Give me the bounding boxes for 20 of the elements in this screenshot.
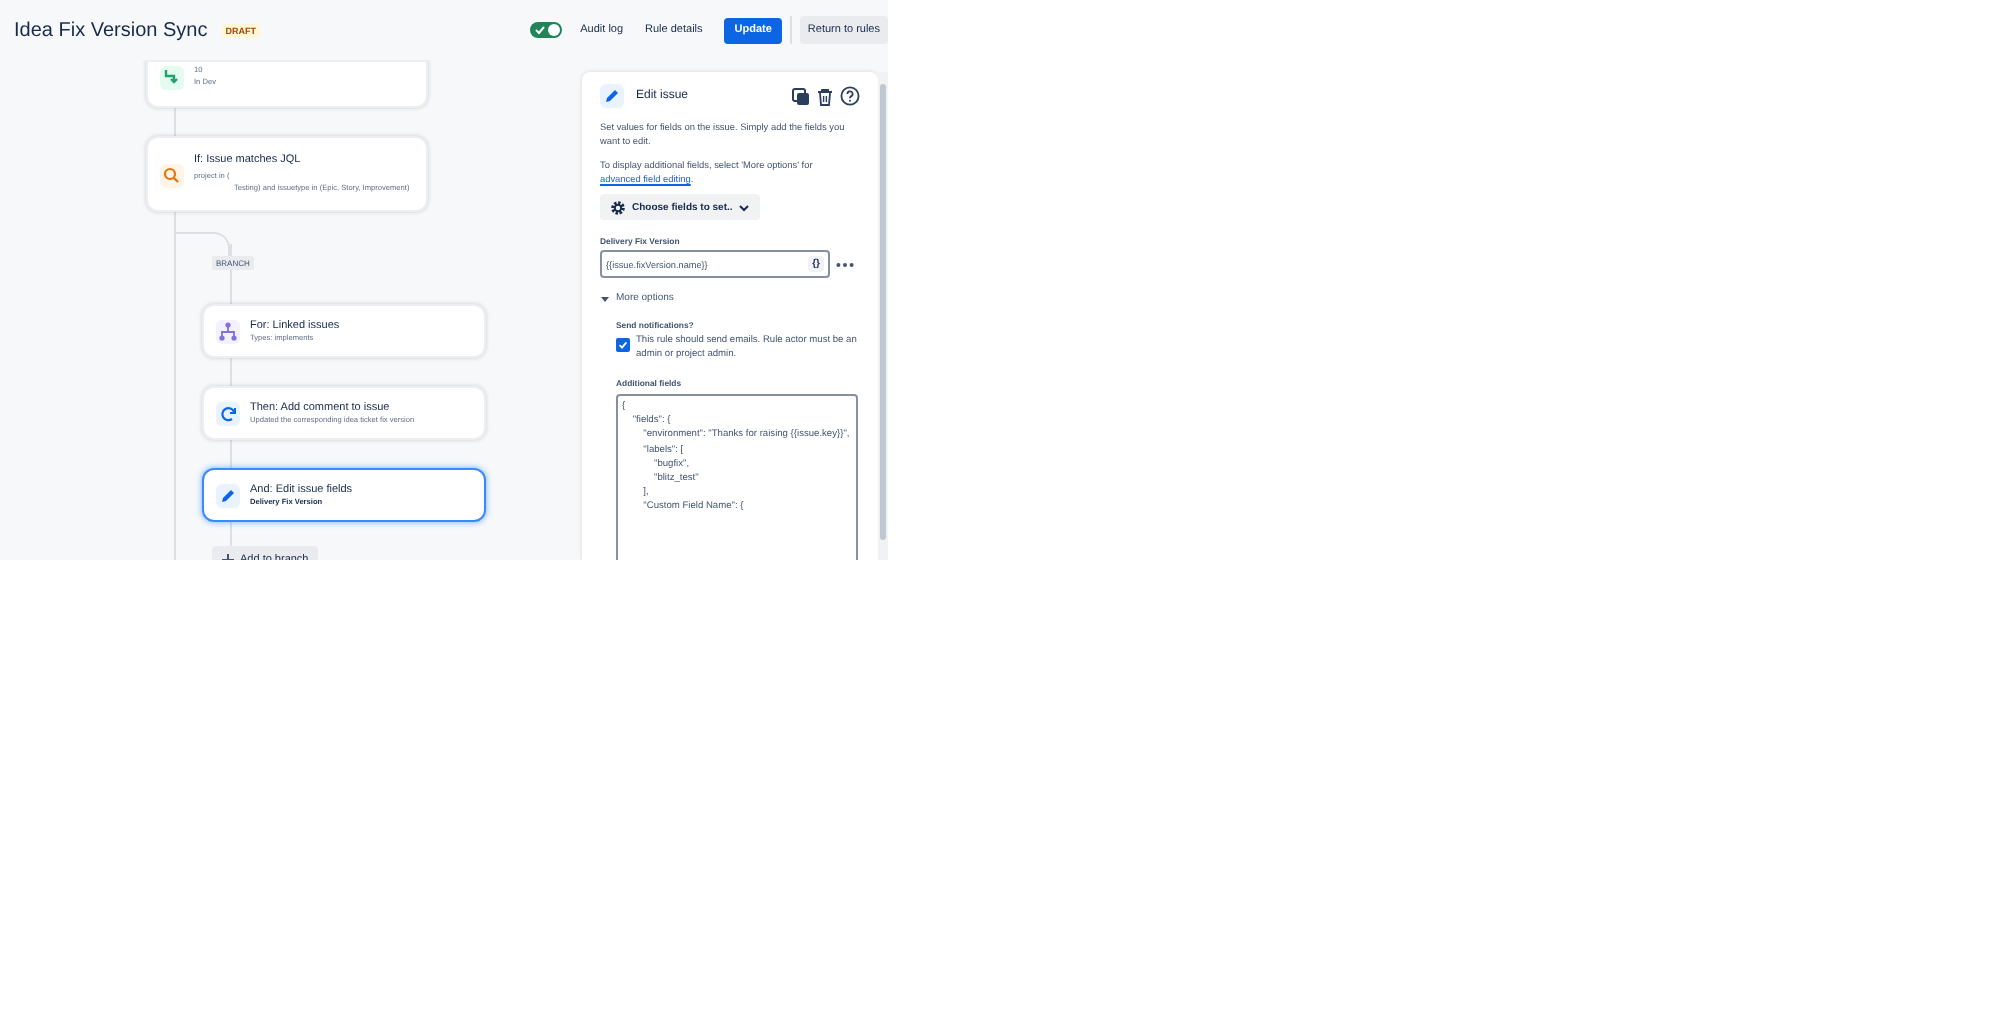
more-icon: [836, 261, 854, 267]
rule-title: Idea Fix Version Sync: [14, 19, 208, 41]
transition-icon: [160, 66, 184, 90]
help-icon: [840, 86, 860, 106]
notify-checkbox[interactable]: [616, 338, 630, 352]
help-button[interactable]: [840, 86, 860, 106]
hierarchy-icon: [216, 319, 240, 343]
trash-icon: [816, 87, 834, 105]
gear-icon: [610, 199, 626, 215]
refresh-icon: [216, 401, 240, 425]
delete-button[interactable]: [816, 87, 834, 105]
chevron-down-icon: [738, 203, 751, 211]
duplicate-button[interactable]: [792, 87, 810, 105]
check-icon: [534, 24, 547, 36]
pencil-icon: [216, 483, 240, 507]
chevron-down-icon: [600, 293, 610, 303]
copy-icon: [792, 87, 810, 105]
enable-toggle[interactable]: [530, 22, 563, 38]
search-icon: [160, 164, 184, 188]
pencil-icon: [600, 84, 624, 108]
